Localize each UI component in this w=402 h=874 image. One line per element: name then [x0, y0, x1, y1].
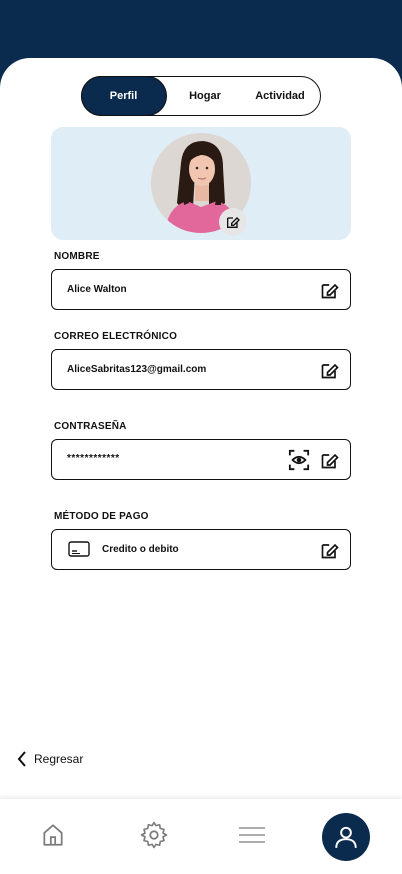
edit-icon[interactable]	[320, 450, 340, 470]
tab-actividad[interactable]: Actividad	[245, 76, 315, 116]
edit-icon	[227, 217, 240, 228]
bottom-nav	[0, 799, 402, 874]
name-field[interactable]: Alice Walton	[51, 269, 351, 310]
profile-icon	[335, 826, 357, 848]
tab-bar: Perfil Hogar Actividad	[80, 75, 321, 116]
eye-icon[interactable]	[288, 449, 310, 471]
edit-icon[interactable]	[320, 540, 340, 560]
password-value: ************	[67, 453, 120, 464]
nav-settings[interactable]	[138, 819, 170, 851]
back-button[interactable]: Regresar	[16, 750, 83, 768]
menu-icon	[239, 827, 265, 843]
avatar-card	[51, 127, 351, 240]
edit-icon[interactable]	[320, 280, 340, 300]
nav-profile[interactable]	[322, 813, 370, 861]
password-label: CONTRASEÑA	[54, 421, 127, 432]
name-label: NOMBRE	[54, 251, 100, 262]
name-value: Alice Walton	[67, 284, 127, 295]
home-icon	[43, 824, 63, 846]
chevron-left-icon	[17, 751, 26, 767]
avatar-edit-button[interactable]	[219, 208, 247, 236]
email-label: CORREO ELECTRÓNICO	[54, 331, 178, 342]
tab-perfil[interactable]: Perfil	[80, 75, 167, 116]
payment-label: MÉTODO DE PAGO	[54, 511, 149, 522]
nav-home[interactable]	[37, 819, 69, 851]
credit-card-icon	[68, 541, 90, 557]
edit-icon[interactable]	[320, 360, 340, 380]
tab-hogar[interactable]: Hogar	[174, 76, 236, 116]
email-value: AliceSabritas123@gmail.com	[67, 364, 207, 375]
nav-menu[interactable]	[236, 819, 268, 851]
email-field[interactable]: AliceSabritas123@gmail.com	[51, 349, 351, 390]
back-label: Regresar	[34, 752, 84, 766]
payment-field[interactable]: Credito o debito	[51, 529, 351, 570]
payment-value: Credito o debito	[102, 544, 179, 555]
settings-icon	[140, 821, 168, 849]
password-field[interactable]: ************	[51, 439, 351, 480]
